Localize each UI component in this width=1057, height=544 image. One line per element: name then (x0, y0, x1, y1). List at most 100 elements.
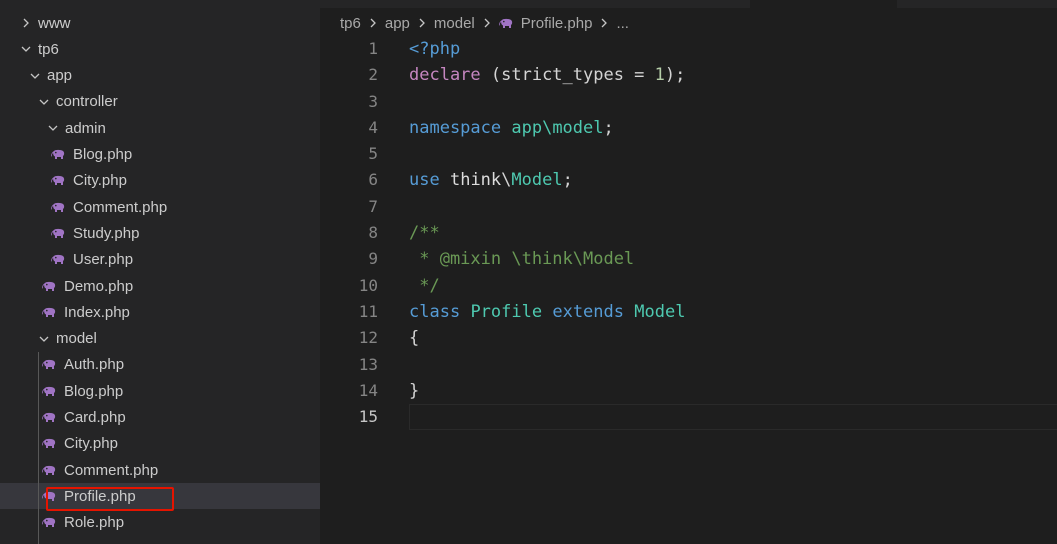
file-item[interactable]: Card.php (0, 405, 320, 431)
code-token: class (409, 301, 461, 322)
folder-item[interactable]: app (0, 63, 320, 89)
chevron-down-icon[interactable] (45, 120, 61, 136)
code-line[interactable]: 11 class Profile extends Model (320, 299, 1057, 325)
file-item[interactable]: Role.php (0, 510, 320, 536)
breadcrumb-item[interactable]: app (385, 15, 410, 32)
folder-item[interactable]: www (0, 10, 320, 36)
chevron-down-icon[interactable] (36, 331, 52, 347)
file-item[interactable]: User.php (0, 247, 320, 273)
code-area[interactable]: 1 <?php 2 declare (strict_types = 1); 3 4 name… (320, 36, 1057, 431)
line-number: 1 (368, 39, 378, 58)
line-number: 13 (358, 354, 378, 374)
code-line[interactable]: 5 (320, 141, 1057, 167)
code-line[interactable]: 12 { (320, 325, 1057, 351)
code-token: 1 (654, 65, 665, 86)
code-line[interactable]: 15 (320, 404, 1057, 431)
line-number: 5 (368, 144, 378, 164)
chevron-right-icon (367, 17, 379, 29)
chevron-right-icon[interactable] (18, 15, 34, 31)
code-line[interactable]: 7 (320, 194, 1057, 220)
file-item[interactable]: Comment.php (0, 457, 320, 483)
tree-item-label: www (38, 14, 71, 32)
php-elephant-icon (41, 464, 57, 476)
tree-item-label: Comment.php (73, 198, 168, 216)
breadcrumb-item[interactable]: ... (616, 15, 629, 32)
line-number: 8 (368, 223, 378, 243)
php-elephant-icon (41, 359, 57, 371)
code-line[interactable]: 9 * @mixin \think\Model (320, 246, 1057, 272)
tab-active[interactable] (750, 0, 897, 8)
code-line[interactable]: 6 use think\Model; (320, 167, 1057, 193)
code-editor[interactable]: tp6 app model Profile.php... 1 <?php 2 declare… (320, 0, 1057, 544)
tree-item-label: Card.php (64, 409, 126, 426)
tree-item-label: Auth.php (64, 356, 125, 374)
php-elephant-icon (41, 517, 57, 529)
code-token: app\model (511, 117, 604, 138)
code-line[interactable]: 10 */ (320, 273, 1057, 299)
tree-item-label: model (56, 330, 97, 348)
line-content: class Profile extends Model (409, 299, 685, 325)
file-item[interactable]: City.php (0, 168, 320, 194)
php-elephant-icon (50, 227, 66, 239)
line-number: 12 (358, 328, 378, 348)
folder-item[interactable]: model (0, 326, 320, 352)
file-item[interactable]: Study.php (0, 220, 320, 246)
code-line[interactable]: 1 <?php (320, 36, 1057, 62)
line-number: 14 (358, 380, 378, 400)
code-line[interactable]: 13 (320, 352, 1057, 378)
line-content: { (409, 325, 419, 351)
code-token: /** (409, 223, 440, 244)
line-number: 9 (368, 249, 378, 269)
file-item[interactable]: Comment.php (0, 194, 320, 220)
chevron-right-icon (416, 17, 428, 29)
file-item[interactable]: Blog.php (0, 378, 320, 404)
file-item[interactable]: Blog.php (0, 142, 320, 168)
line-number: 3 (368, 91, 378, 111)
chevron-down-icon[interactable] (36, 94, 52, 110)
file-item[interactable]: City.php (0, 431, 320, 457)
line-number: 15 (358, 407, 378, 427)
php-elephant-icon (41, 306, 57, 318)
explorer-sidebar: www tp6 app controller admin Blog.php City.php… (0, 0, 320, 544)
php-elephant-icon (41, 385, 57, 397)
breadcrumb-item[interactable]: tp6 (340, 15, 361, 32)
code-token: declare (409, 65, 481, 86)
tree-item-label: Study.php (73, 224, 140, 242)
code-token: ; (603, 117, 614, 138)
breadcrumb: tp6 app model Profile.php... (340, 12, 629, 34)
breadcrumb-item[interactable]: Profile.php (521, 15, 593, 32)
line-content: namespace app\model; (409, 115, 614, 141)
code-line[interactable]: 2 declare (strict_types = 1); (320, 62, 1057, 88)
breadcrumb-item[interactable]: model (434, 15, 475, 32)
tab-strip (320, 0, 1057, 8)
line-number: 6 (368, 170, 378, 190)
indent-guide (38, 352, 39, 544)
code-line[interactable]: 8 /** (320, 220, 1057, 246)
code-token: Profile (470, 301, 543, 322)
chevron-down-icon[interactable] (18, 41, 34, 57)
line-content: /** (409, 220, 440, 246)
folder-item[interactable]: tp6 (0, 36, 320, 62)
selection-highlight-annotation (46, 487, 174, 511)
file-item[interactable]: Auth.php (0, 352, 320, 378)
folder-item[interactable]: admin (0, 115, 320, 141)
chevron-down-icon[interactable] (27, 68, 43, 84)
code-line[interactable]: 14} (320, 378, 1057, 404)
file-item[interactable]: Index.php (0, 299, 320, 325)
tree-item-label: tp6 (38, 40, 59, 58)
code-token: ; (562, 170, 573, 191)
code-token: Model (511, 170, 563, 191)
code-line[interactable]: 3 (320, 89, 1057, 115)
tree-item-label: Index.php (64, 303, 130, 321)
code-line[interactable]: 4 namespace app\model; (320, 115, 1057, 141)
file-item[interactable]: Demo.php (0, 273, 320, 299)
php-elephant-icon (50, 254, 66, 266)
code-token: Model (634, 301, 686, 322)
folder-item[interactable]: controller (0, 89, 320, 115)
code-token: */ (409, 275, 440, 296)
line-content: */ (409, 273, 440, 299)
